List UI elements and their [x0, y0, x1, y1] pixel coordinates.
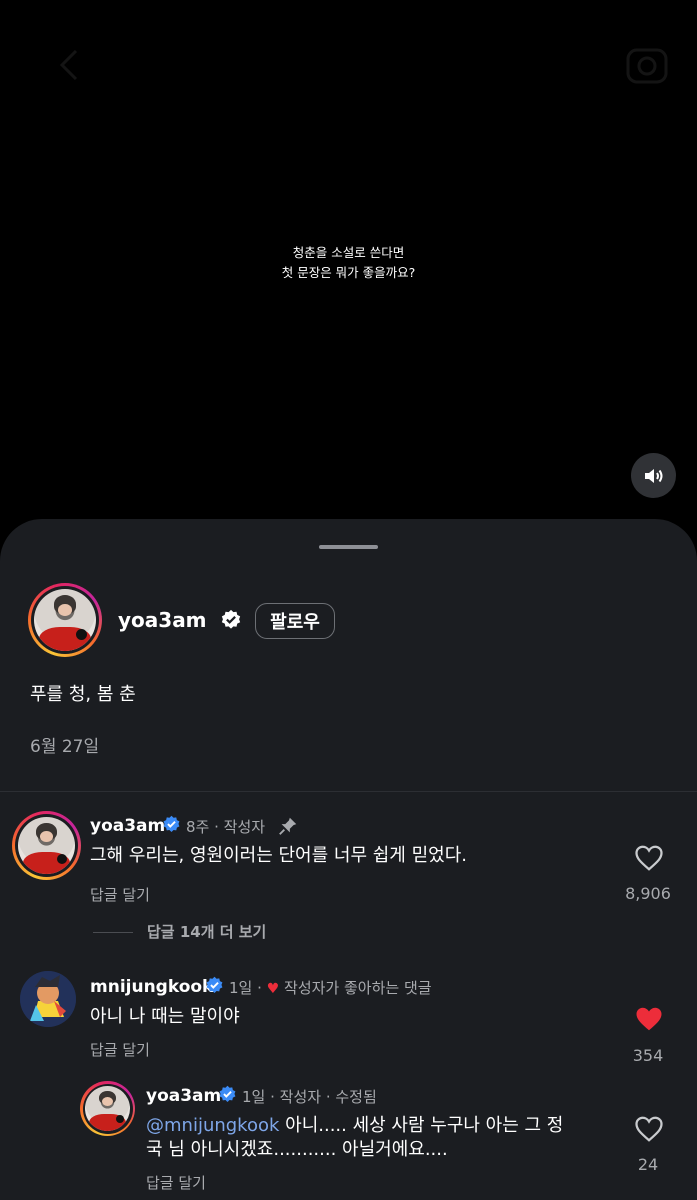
post-date: 6월 27일 [30, 737, 100, 757]
heart-outline-icon[interactable] [634, 844, 664, 872]
caption-line-1: 청춘을 소설로 쓴다면 [292, 245, 405, 260]
comment-text-line-2: 국 님 아니시겠죠........... 아닐거에요.... [146, 1139, 448, 1160]
author-tag: · 작성자 · 수정됨 [270, 1088, 377, 1106]
verified-badge-icon [221, 609, 240, 629]
comment-username-text: yoa3am [146, 1086, 222, 1106]
like-count: 8,906 [625, 884, 671, 903]
more-replies-line [93, 932, 133, 933]
comment-meta: 1일 · ♥ 작성자가 좋아하는 댓글 [229, 977, 432, 998]
like-count: 354 [632, 1046, 664, 1065]
back-arrow-icon[interactable] [50, 45, 90, 85]
comment-avatar[interactable] [80, 1081, 135, 1136]
meta-dot: · [257, 979, 262, 997]
comment-text-line-1: 아니..... 세상 사람 누구나 아는 그 정 [279, 1115, 564, 1136]
verified-badge-icon [163, 815, 180, 832]
sheet-grabber[interactable] [319, 545, 378, 549]
post-caption: 푸를 청, 봄 춘 [30, 684, 136, 705]
pin-icon [279, 817, 297, 835]
mention-link[interactable]: @mnijungkook [146, 1115, 279, 1136]
speaker-icon [644, 468, 662, 483]
author-tag: · 작성자 [214, 818, 266, 836]
camera-icon[interactable] [624, 42, 670, 88]
like-count: 24 [637, 1155, 659, 1174]
comment-username-text: yoa3am [90, 816, 166, 836]
comment-text: 그해 우리는, 영원이러는 단어를 너무 쉽게 믿었다. [90, 845, 467, 866]
video-player[interactable]: 청춘을 소설로 쓴다면 첫 문장은 뭐가 좋을까요? [0, 0, 697, 540]
heart-filled-icon[interactable] [634, 1005, 664, 1033]
reply-button[interactable]: 답글 달기 [90, 1039, 150, 1060]
comment-time: 8주 [186, 818, 210, 836]
video-caption: 청춘을 소설로 쓴다면 첫 문장은 뭐가 좋을까요? [0, 243, 697, 283]
comment-username[interactable]: yoa3am [146, 1086, 221, 1106]
comment-meta: 8주 · 작성자 [186, 816, 265, 837]
author-liked-heart-icon: ♥ [266, 981, 280, 997]
comment-text: @mnijungkook 아니..... 세상 사람 누구나 아는 그 정 국 … [146, 1114, 616, 1162]
verified-badge-icon [219, 1085, 236, 1102]
follow-button[interactable]: 팔로우 [255, 603, 335, 639]
comment-username-text: mnijungkook [90, 977, 214, 997]
reply-button[interactable]: 답글 달기 [90, 884, 150, 905]
cartoon-avatar-icon [20, 971, 76, 1027]
section-divider [0, 791, 697, 792]
post-author-username[interactable]: yoa3am [118, 608, 242, 632]
comment-time: 1일 [229, 979, 253, 997]
reply-button[interactable]: 답글 달기 [146, 1172, 206, 1193]
caption-line-2: 첫 문장은 뭐가 좋을까요? [281, 265, 416, 280]
comment-time: 1일 [242, 1088, 266, 1106]
verified-badge-icon [206, 976, 223, 993]
view-more-replies-button[interactable]: 답글 14개 더 보기 [147, 921, 266, 942]
comment-avatar[interactable] [20, 971, 76, 1027]
comment-avatar[interactable] [12, 811, 81, 880]
comment-username[interactable]: mnijungkook [90, 977, 213, 997]
liked-by-author-label: 작성자가 좋아하는 댓글 [284, 979, 432, 997]
sound-toggle-button[interactable] [631, 453, 676, 498]
post-author-avatar[interactable] [28, 583, 102, 657]
comment-username[interactable]: yoa3am [90, 816, 165, 836]
comment-meta: 1일 · 작성자 · 수정됨 [242, 1086, 377, 1107]
heart-outline-icon[interactable] [634, 1115, 664, 1143]
comment-text: 아니 나 때는 말이야 [90, 1006, 240, 1027]
post-username-text: yoa3am [118, 608, 207, 632]
